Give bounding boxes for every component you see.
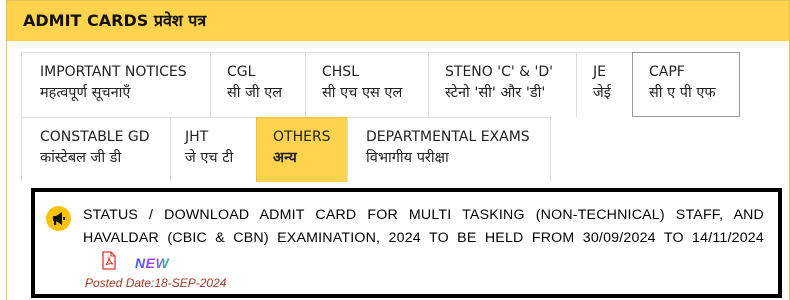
tab-label-hi: सी ए पी एफ xyxy=(649,85,716,101)
tab-label-hi: कांस्टेबल जी डी xyxy=(40,150,122,166)
svg-text:NEW: NEW xyxy=(135,255,170,271)
tab-label-hi: जे एच टी xyxy=(185,150,234,166)
tab-label-hi: अन्य xyxy=(273,150,297,166)
panel-title: ADMIT CARDS प्रवेश पत्र xyxy=(7,1,789,41)
tab-steno[interactable]: STENO 'C' & 'D' स्टेनो 'सी' और 'डी' xyxy=(428,52,577,117)
tab-je[interactable]: JE जेई xyxy=(576,52,633,117)
tab-label-en: CONSTABLE GD xyxy=(40,129,150,145)
tab-label-hi: स्टेनो 'सी' और 'डी' xyxy=(445,85,546,101)
tab-label-en: CHSL xyxy=(322,64,359,80)
tab-label-en: DEPARTMENTAL EXAMS xyxy=(366,129,530,145)
tab-others[interactable]: OTHERS अन्य xyxy=(256,117,348,182)
tab-label-hi: जेई xyxy=(593,85,611,101)
notice-link[interactable]: STATUS / DOWNLOAD ADMIT CARD FOR MULTI T… xyxy=(83,204,764,250)
tab-label-hi: सी जी एल xyxy=(227,85,283,101)
tab-cgl[interactable]: CGL सी जी एल xyxy=(210,52,306,117)
tab-label-hi: विभागीय परीक्षा xyxy=(366,150,449,166)
tab-label-en: OTHERS xyxy=(273,129,331,145)
notice-item: STATUS / DOWNLOAD ADMIT CARD FOR MULTI T… xyxy=(31,188,782,298)
tab-label-hi: सी एच एस एल xyxy=(322,85,403,101)
tab-constable-gd[interactable]: CONSTABLE GD कांस्टेबल जी डी xyxy=(21,117,171,182)
notice-line-1: STATUS / DOWNLOAD ADMIT CARD FOR MULTI T… xyxy=(83,207,764,223)
tab-label-hi: महत्वपूर्ण सूचनाएँ xyxy=(40,85,131,101)
tab-label-en: JHT xyxy=(185,129,209,145)
tab-capf[interactable]: CAPF सी ए पी एफ xyxy=(632,52,740,117)
tab-label-en: CGL xyxy=(227,64,256,80)
tab-jht[interactable]: JHT जे एच टी xyxy=(170,117,257,182)
tab-label-en: CAPF xyxy=(649,64,685,80)
tab-departmental-exams[interactable]: DEPARTMENTAL EXAMS विभागीय परीक्षा xyxy=(347,117,551,182)
tab-label-en: STENO 'C' & 'D' xyxy=(445,64,553,80)
tab-label-en: IMPORTANT NOTICES xyxy=(40,64,187,80)
megaphone-icon xyxy=(46,206,71,231)
tab-label-en: JE xyxy=(593,64,606,80)
notice-line-2: HAVALDAR (CBIC & CBN) EXAMINATION, 2024 … xyxy=(83,230,764,246)
tab-important-notices[interactable]: IMPORTANT NOTICES महत्वपूर्ण सूचनाएँ xyxy=(21,52,211,117)
posted-date: Posted Date:18-SEP-2024 xyxy=(85,276,227,290)
pdf-icon[interactable] xyxy=(101,251,117,270)
tab-chsl[interactable]: CHSL सी एच एस एल xyxy=(305,52,429,117)
new-badge: NEW xyxy=(134,255,174,274)
